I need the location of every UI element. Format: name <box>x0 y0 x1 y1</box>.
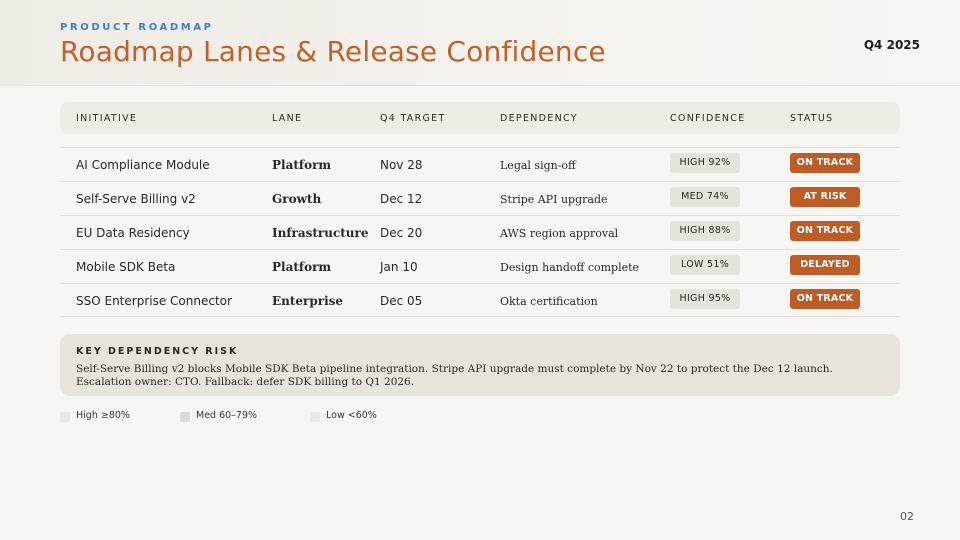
table-row: Mobile SDK Beta Platform Jan 10 Design h… <box>60 249 900 283</box>
status-badge: DELAYED <box>790 255 860 275</box>
page-number: 02 <box>900 510 914 523</box>
legend-label-high: High ≥80% <box>76 410 130 421</box>
initiative-cell: EU Data Residency <box>76 226 190 240</box>
confidence-badge: HIGH 88% <box>670 221 740 241</box>
status-badge: ON TRACK <box>790 221 860 241</box>
table-row: SSO Enterprise Connector Enterprise Dec … <box>60 283 900 317</box>
lane-cell: Platform <box>272 260 332 274</box>
status-badge: ON TRACK <box>790 153 860 173</box>
dependency-cell: AWS region approval <box>500 227 619 240</box>
confidence-badge: HIGH 92% <box>670 153 740 173</box>
table-row: Self-Serve Billing v2 Growth Dec 12 Stri… <box>60 181 900 215</box>
column-header-lane: LANE <box>272 113 303 124</box>
initiative-cell: SSO Enterprise Connector <box>76 294 232 308</box>
target-cell: Dec 12 <box>380 192 423 206</box>
confidence-badge: LOW 51% <box>670 255 740 275</box>
dependency-cell: Design handoff complete <box>500 261 640 274</box>
target-cell: Dec 20 <box>380 226 423 240</box>
callout-body: Self-Serve Billing v2 blocks Mobile SDK … <box>76 363 833 388</box>
table-header: INITIATIVE LANE Q4 TARGET DEPENDENCY CON… <box>60 102 900 134</box>
column-header-dependency: DEPENDENCY <box>500 113 578 124</box>
dependency-cell: Okta certification <box>500 295 598 308</box>
initiative-cell: Self-Serve Billing v2 <box>76 192 196 206</box>
table-row: AI Compliance Module Platform Nov 28 Leg… <box>60 147 900 181</box>
legend-swatch-high <box>60 412 70 422</box>
status-badge: ON TRACK <box>790 289 860 309</box>
status-badge: AT RISK <box>790 187 860 207</box>
lane-cell: Infrastructure <box>272 226 369 240</box>
confidence-badge: HIGH 95% <box>670 289 740 309</box>
column-header-status: STATUS <box>790 113 834 124</box>
legend-label-med: Med 60–79% <box>196 410 258 421</box>
target-cell: Jan 10 <box>380 260 418 274</box>
column-header-confidence: CONFIDENCE <box>670 113 746 124</box>
dependency-cell: Legal sign-off <box>500 159 576 172</box>
initiative-cell: AI Compliance Module <box>76 158 210 172</box>
column-header-target: Q4 TARGET <box>380 113 446 124</box>
lane-cell: Platform <box>272 158 332 172</box>
legend-swatch-med <box>180 412 190 422</box>
callout-title: KEY DEPENDENCY RISK <box>76 346 239 357</box>
column-header-initiative: INITIATIVE <box>76 113 138 124</box>
lane-cell: Enterprise <box>272 294 344 308</box>
page-title: Roadmap Lanes & Release Confidence <box>60 35 606 68</box>
legend-swatch-low <box>310 412 320 422</box>
table-row: EU Data Residency Infrastructure Dec 20 … <box>60 215 900 249</box>
dependency-cell: Stripe API upgrade <box>500 193 608 206</box>
target-cell: Nov 28 <box>380 158 423 172</box>
lane-cell: Growth <box>272 192 322 206</box>
confidence-badge: MED 74% <box>670 187 740 207</box>
initiative-cell: Mobile SDK Beta <box>76 260 176 274</box>
eyebrow-label: PRODUCT ROADMAP <box>60 22 214 33</box>
period-label: Q4 2025 <box>863 38 920 52</box>
legend-label-low: Low <60% <box>326 410 377 421</box>
target-cell: Dec 05 <box>380 294 423 308</box>
dependency-risk-callout: KEY DEPENDENCY RISK Self-Serve Billing v… <box>60 334 900 396</box>
